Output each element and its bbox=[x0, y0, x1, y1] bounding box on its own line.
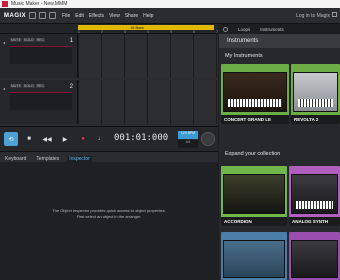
instruments-title: Instruments bbox=[227, 38, 259, 44]
pointer-tool-icon[interactable] bbox=[29, 12, 37, 19]
window-title: Music Maker - New.MMM bbox=[11, 1, 68, 7]
menu-help[interactable]: Help bbox=[143, 13, 153, 19]
media-pool: Loops Instruments Instruments My Instrum… bbox=[219, 24, 340, 280]
draw-tool-icon[interactable] bbox=[49, 12, 57, 19]
time-display: 001:01:000 bbox=[114, 133, 169, 143]
play-icon[interactable]: ▶ bbox=[58, 132, 72, 146]
track-number: 2 bbox=[69, 84, 73, 90]
settings-icon[interactable] bbox=[332, 12, 337, 17]
solo-button[interactable]: SOLO bbox=[22, 38, 35, 42]
instrument-card[interactable]: ACCORDION bbox=[221, 166, 287, 226]
transport-bar: ⟲ ■ ◀◀ ▶ ● ♩ 001:01:000 120 BPM 4/4 bbox=[0, 126, 218, 152]
instruments-header: Instruments bbox=[219, 34, 340, 48]
login-link[interactable]: Log in to Magix bbox=[296, 13, 330, 19]
menu-effects[interactable]: Effects bbox=[89, 13, 104, 19]
stop-icon[interactable]: ■ bbox=[22, 132, 36, 146]
track-2[interactable]: ◂ MUTE SOLO REC 2 bbox=[0, 80, 218, 124]
metronome-icon[interactable]: ♩ bbox=[94, 132, 108, 146]
solo-button[interactable]: SOLO bbox=[22, 84, 35, 88]
tab-instruments[interactable]: Instruments bbox=[260, 27, 284, 32]
menu-view[interactable]: View bbox=[109, 13, 120, 19]
inspector-message-line: First select an object in the arranger. bbox=[76, 214, 142, 219]
tab-loops[interactable]: Loops bbox=[238, 27, 250, 32]
collapse-arrow-icon[interactable]: ◂ bbox=[3, 86, 5, 91]
instrument-name: REVOLTA 2 bbox=[294, 117, 319, 122]
track-1[interactable]: ◂ MUTE SOLO REC 1 bbox=[0, 34, 218, 78]
revolta-image bbox=[293, 72, 338, 112]
expand-collection-label: Expand your collection bbox=[225, 151, 281, 157]
track-volume-area[interactable] bbox=[10, 46, 72, 64]
track-header[interactable]: ◂ MUTE SOLO REC 2 bbox=[0, 80, 78, 124]
window-titlebar: Music Maker - New.MMM bbox=[0, 0, 340, 8]
time-signature-display[interactable]: 4/4 bbox=[178, 140, 198, 148]
master-volume-knob[interactable] bbox=[201, 132, 215, 146]
instrument-name: CONCERT GRAND LE bbox=[224, 117, 271, 122]
tab-templates[interactable]: Templates bbox=[34, 156, 61, 162]
menu-edit[interactable]: Edit bbox=[75, 13, 84, 19]
my-instruments-label: My Instruments bbox=[225, 53, 263, 59]
analog-synth-image bbox=[291, 174, 338, 214]
tab-keyboard[interactable]: Keyboard bbox=[3, 156, 28, 162]
tab-inspector[interactable]: Inspector bbox=[67, 156, 92, 162]
menubar: MAGIX File Edit Effects View Share Help … bbox=[0, 8, 340, 24]
mute-button[interactable]: MUTE bbox=[10, 84, 22, 88]
instrument-image bbox=[223, 240, 285, 278]
instrument-card[interactable] bbox=[221, 232, 287, 280]
rec-button[interactable]: REC bbox=[35, 84, 46, 88]
tempo-display[interactable]: 120 BPM bbox=[178, 131, 198, 139]
instrument-card[interactable]: REVOLTA 2 bbox=[291, 64, 340, 124]
rec-button[interactable]: REC bbox=[35, 38, 46, 42]
bottom-tabs: Keyboard Templates Inspector bbox=[0, 152, 218, 162]
instrument-card[interactable] bbox=[289, 232, 340, 280]
timeline-ruler[interactable]: 16 Bars 1 2 3 4 5 6 7 bbox=[0, 24, 218, 34]
inspector-message: The Object Inspector provides quick acce… bbox=[20, 208, 198, 220]
menu-file[interactable]: File bbox=[62, 13, 70, 19]
cut-tool-icon[interactable] bbox=[39, 12, 47, 19]
track-lane[interactable] bbox=[78, 34, 218, 78]
record-icon[interactable]: ● bbox=[76, 132, 90, 146]
app-icon bbox=[2, 1, 8, 7]
instrument-card[interactable]: ANALOG SYNTH bbox=[289, 166, 340, 226]
instrument-image bbox=[291, 240, 338, 278]
track-volume-area[interactable] bbox=[10, 92, 72, 110]
accordion-image bbox=[223, 174, 285, 214]
instrument-card[interactable]: CONCERT GRAND LE bbox=[221, 64, 289, 124]
mute-button[interactable]: MUTE bbox=[10, 38, 22, 42]
arranger: 16 Bars 1 2 3 4 5 6 7 ◂ MUTE SOLO REC 1 … bbox=[0, 24, 218, 126]
instrument-name: ANALOG SYNTH bbox=[292, 219, 328, 224]
rewind-icon[interactable]: ◀◀ bbox=[40, 132, 54, 146]
magix-logo: MAGIX bbox=[4, 12, 27, 19]
collapse-arrow-icon[interactable]: ◂ bbox=[3, 40, 5, 45]
concert-grand-image bbox=[223, 72, 287, 112]
track-number: 1 bbox=[69, 38, 73, 44]
track-header[interactable]: ◂ MUTE SOLO REC 1 bbox=[0, 34, 78, 78]
menu-share[interactable]: Share bbox=[125, 13, 138, 19]
bottom-panel: Keyboard Templates Inspector The Object … bbox=[0, 152, 218, 280]
instrument-name: ACCORDION bbox=[224, 219, 252, 224]
back-icon[interactable] bbox=[223, 26, 228, 32]
track-lane[interactable] bbox=[78, 80, 218, 124]
loop-icon[interactable]: ⟲ bbox=[4, 132, 18, 146]
media-pool-tabs: Loops Instruments bbox=[219, 24, 340, 34]
